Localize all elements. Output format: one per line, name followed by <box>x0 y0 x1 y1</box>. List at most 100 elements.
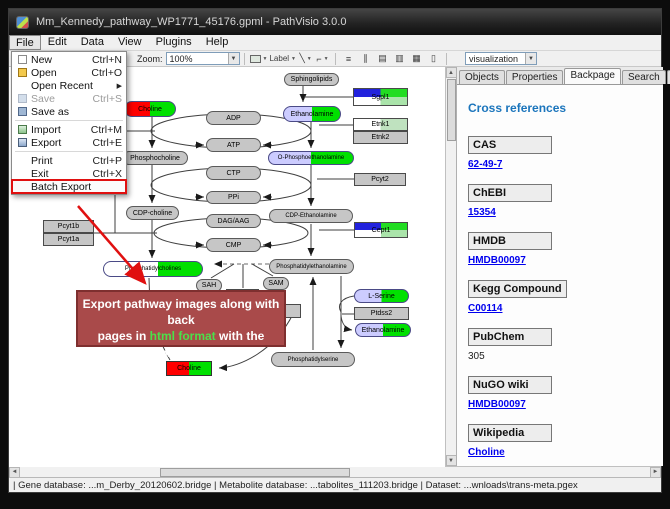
menu-item-import[interactable]: ImportCtrl+M <box>12 123 126 136</box>
connector-tool-button[interactable]: ⌐▼ <box>315 52 330 65</box>
wikipedia-link[interactable]: Choline <box>468 447 505 458</box>
gene-node[interactable]: Sgpl1 <box>353 88 408 106</box>
gene-node[interactable]: Pcyt1b <box>43 220 94 233</box>
gene-node[interactable]: Etnk2 <box>353 131 408 144</box>
side-panel: Objects Properties Backpage Search Legen… <box>456 67 663 466</box>
gene-node[interactable]: Cept1 <box>354 222 408 238</box>
metabolite-node[interactable]: Phosphocholine <box>122 151 188 165</box>
kegg-link[interactable]: C00114 <box>468 303 502 314</box>
menu-file[interactable]: File <box>9 35 41 50</box>
metabolite-node[interactable]: Phosphatidylcholines <box>103 261 203 277</box>
status-text: | Gene database: ...m_Derby_20120602.bri… <box>13 480 578 491</box>
menu-item-batch-export[interactable]: Batch Export <box>12 180 126 193</box>
section-header-kegg: Kegg Compound <box>468 280 567 298</box>
tab-backpage[interactable]: Backpage <box>564 68 620 84</box>
nugo-link[interactable]: HMDB00097 <box>468 399 526 410</box>
menu-data[interactable]: Data <box>74 35 111 50</box>
section-header-chebi: ChEBI <box>468 184 552 202</box>
stack-vertical-button[interactable]: ▦ <box>409 52 424 65</box>
align-center-y-icon: ∥ <box>363 53 368 64</box>
scrollbar-thumb[interactable] <box>447 79 456 141</box>
app-icon <box>16 16 29 29</box>
zoom-value: 100% <box>170 54 193 64</box>
metabolite-node[interactable]: ATP <box>206 138 261 152</box>
tab-search[interactable]: Search <box>622 70 666 84</box>
menu-item-open[interactable]: OpenCtrl+O <box>12 66 126 79</box>
scroll-up-icon[interactable]: ▲ <box>446 67 457 78</box>
callout-line3: HtmlExport plugin <box>78 345 284 361</box>
menu-item-print[interactable]: PrintCtrl+P <box>12 154 126 167</box>
callout-line2: pages in html format with the <box>78 328 284 344</box>
metabolite-node[interactable]: Choline <box>124 101 176 117</box>
menu-item-save-as[interactable]: Save as <box>12 105 126 118</box>
menu-item-export[interactable]: ExportCtrl+E <box>12 136 126 149</box>
metabolite-node[interactable]: DAG/AAG <box>206 214 261 228</box>
metabolite-node[interactable]: CDP-choline <box>126 206 179 220</box>
toolbar-separator <box>244 53 245 65</box>
metabolite-node[interactable]: Sphingolipids <box>284 73 339 86</box>
tab-properties[interactable]: Properties <box>506 70 564 84</box>
title-bar[interactable]: Mm_Kennedy_pathway_WP1771_45176.gpml - P… <box>9 9 661 35</box>
metabolite-node[interactable]: O-Phosphoethanolamine <box>268 151 354 165</box>
gene-node[interactable]: Etnk1 <box>353 118 408 131</box>
zoom-combobox[interactable]: 100% ▼ <box>166 52 240 65</box>
gene-node[interactable]: Ptdss2 <box>354 307 409 320</box>
menu-edit[interactable]: Edit <box>41 35 74 50</box>
hmdb-link[interactable]: HMDB00097 <box>468 255 526 266</box>
horizontal-scrollbar[interactable]: ◄ ► <box>9 466 661 477</box>
metabolite-node[interactable]: Ethanolamine <box>355 323 411 337</box>
import-icon <box>18 125 27 134</box>
cas-link[interactable]: 62-49-7 <box>468 159 502 170</box>
scrollbar-thumb[interactable] <box>160 468 350 477</box>
menu-item-open-recent[interactable]: Open Recent▶ <box>12 79 126 92</box>
label-tool-text: Label <box>269 54 289 63</box>
chevron-down-icon[interactable]: ▼ <box>525 53 536 64</box>
tab-legend[interactable]: Legend <box>667 70 670 84</box>
section-header-cas: CAS <box>468 136 552 154</box>
callout-line1: Export pathway images along with back <box>78 296 284 328</box>
align-center-x-button[interactable]: ≡ <box>341 52 356 65</box>
menu-item-new[interactable]: NewCtrl+N <box>12 53 126 66</box>
chevron-down-icon[interactable]: ▼ <box>228 53 239 64</box>
backpage-content[interactable]: Cross references CAS 62-49-7 ChEBI 15354… <box>457 84 663 466</box>
gene-node[interactable]: Pcyt2 <box>354 173 406 186</box>
open-folder-icon <box>18 68 27 77</box>
metabolite-node[interactable]: CDP-Ethanolamine <box>269 209 353 223</box>
common-height-button[interactable]: ▥ <box>392 52 407 65</box>
metabolite-node[interactable]: Phosphatidylethanolamine <box>269 259 354 274</box>
gene-node-partial[interactable] <box>284 304 301 318</box>
metabolite-node[interactable]: CTP <box>206 166 261 180</box>
metabolite-node[interactable]: L-Serine <box>354 289 409 303</box>
tab-objects[interactable]: Objects <box>459 70 505 84</box>
canvas-vertical-scrollbar[interactable]: ▲ ▼ <box>445 67 456 466</box>
metabolite-node[interactable]: CMP <box>206 238 261 252</box>
label-tool-button[interactable]: Label▼ <box>269 52 296 65</box>
chebi-link[interactable]: 15354 <box>468 207 496 218</box>
visualization-combobox[interactable]: visualization ▼ <box>465 52 537 65</box>
metabolite-node[interactable]: SAM <box>263 277 289 290</box>
scroll-down-icon[interactable]: ▼ <box>446 455 457 466</box>
metabolite-node[interactable]: ADP <box>206 111 261 125</box>
section-header-hmdb: HMDB <box>468 232 552 250</box>
datanode-template-button[interactable]: ▼ <box>250 52 268 65</box>
menu-plugins[interactable]: Plugins <box>149 35 199 50</box>
menu-item-exit[interactable]: ExitCtrl+X <box>12 167 126 180</box>
align-center-y-button[interactable]: ∥ <box>358 52 373 65</box>
menu-view[interactable]: View <box>111 35 149 50</box>
scroll-left-icon[interactable]: ◄ <box>9 467 20 478</box>
selected-metabolite-node[interactable]: Choline <box>166 361 212 376</box>
metabolite-node[interactable]: Ethanolamine <box>283 106 341 122</box>
metabolite-node[interactable]: PPi <box>206 191 261 204</box>
new-file-icon <box>18 55 27 64</box>
stack-horizontal-button[interactable]: ▯ <box>426 52 441 65</box>
menu-bar: File Edit Data View Plugins Help <box>9 35 661 51</box>
side-panel-tabs: Objects Properties Backpage Search Legen… <box>457 67 663 84</box>
menu-help[interactable]: Help <box>199 35 236 50</box>
gene-node[interactable]: Pcyt1a <box>43 233 94 246</box>
scroll-right-icon[interactable]: ► <box>650 467 661 478</box>
pubchem-value: 305 <box>468 351 663 362</box>
connector-icon: ⌐ <box>316 54 321 64</box>
common-width-button[interactable]: ▤ <box>375 52 390 65</box>
line-tool-button[interactable]: ╲▼ <box>298 52 313 65</box>
toolbar-separator <box>446 53 447 65</box>
